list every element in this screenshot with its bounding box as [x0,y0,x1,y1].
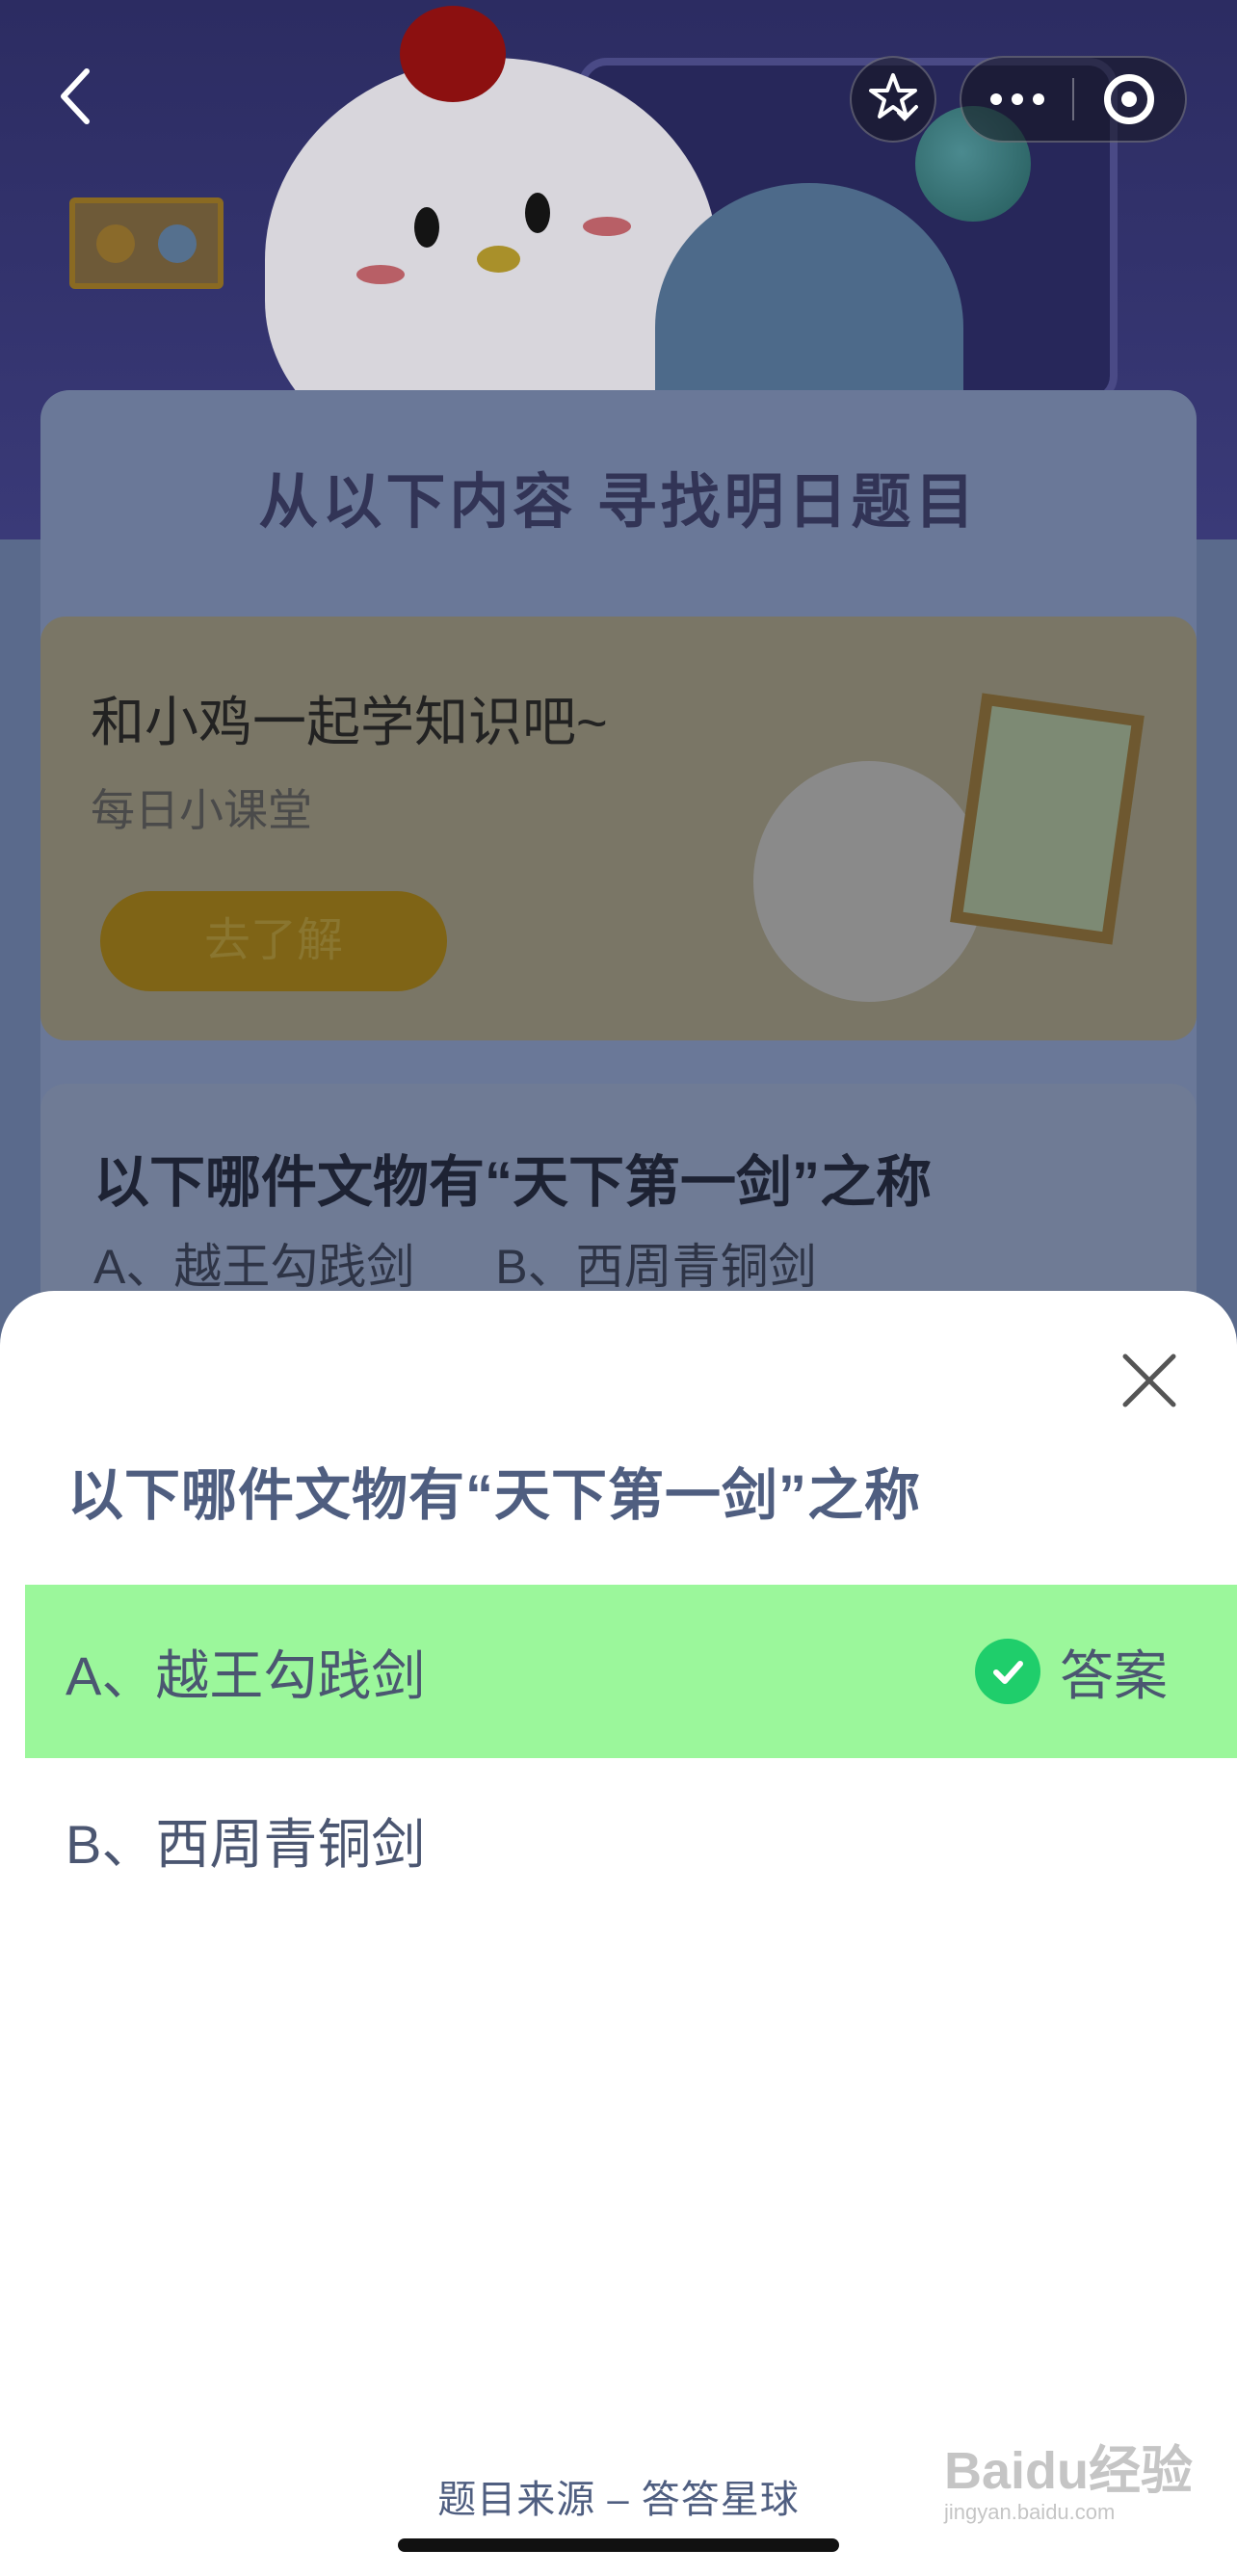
back-button[interactable] [46,60,104,137]
medal-icon [158,224,197,263]
answer-tag: 答案 [1060,1644,1168,1706]
question-title: 以下哪件文物有“天下第一剑”之称 [67,1464,922,1527]
check-icon [975,1639,1040,1704]
painting-chicken-illustration [753,761,985,1002]
learn-more-button[interactable]: 去了解 [100,891,447,991]
watermark-logo: Baidu经验 [944,2442,1194,2500]
close-icon [1118,1354,1181,1416]
promo-title: 和小鸡一起学知识吧~ [91,692,608,752]
chicken-cheek [583,217,631,236]
chicken-eye [414,207,439,248]
medal-icon [96,224,135,263]
more-dots-icon [989,93,1044,105]
answer-sheet: 以下哪件文物有“天下第一剑”之称 A、越王勾践剑 答案 B、西周青铜剑 题目来源… [0,1291,1237,2576]
option-a[interactable]: A、越王勾践剑 答案 [25,1585,1237,1758]
home-indicator[interactable] [398,2538,839,2552]
easel-illustration [950,693,1145,945]
baidu-watermark: Baidu经验 jingyan.baidu.com [944,2428,1195,2543]
background-quiz-options: A、越王勾践剑 B、西周青铜剑 [93,1228,884,1298]
close-button[interactable] [1118,1349,1181,1412]
favorite-button[interactable] [850,56,936,143]
promo-card[interactable]: 和小鸡一起学知识吧~ 每日小课堂 去了解 [40,617,1197,1040]
option-a-label: A、越王勾践剑 [66,1644,426,1706]
capsule-menu [960,56,1187,143]
background-quiz-question: 以下哪件文物有“天下第一剑”之称 [93,1151,933,1214]
chicken-beak [477,246,520,273]
mini-program-page: 从以下内容 寻找明日题目 和小鸡一起学知识吧~ 每日小课堂 去了解 以下哪件文物… [0,0,1237,2576]
chicken-comb [400,6,506,102]
target-icon [1104,74,1155,124]
star-check-icon [866,70,920,129]
background-option-a: A、越王勾践剑 [93,1240,415,1294]
option-b-label: B、西周青铜剑 [66,1813,426,1875]
exit-button[interactable] [1074,56,1185,143]
chicken-eye [525,193,550,233]
chicken-cheek [356,265,405,284]
option-b[interactable]: B、西周青铜剑 [25,1753,1237,1927]
medal-frame [69,197,224,289]
background-option-b: B、西周青铜剑 [495,1240,817,1294]
more-button[interactable] [961,56,1072,143]
chevron-left-icon [56,66,94,132]
banner-title: 从以下内容 寻找明日题目 [258,469,979,536]
answer-marker: 答案 [975,1585,1168,1758]
promo-subtitle: 每日小课堂 [91,785,312,835]
